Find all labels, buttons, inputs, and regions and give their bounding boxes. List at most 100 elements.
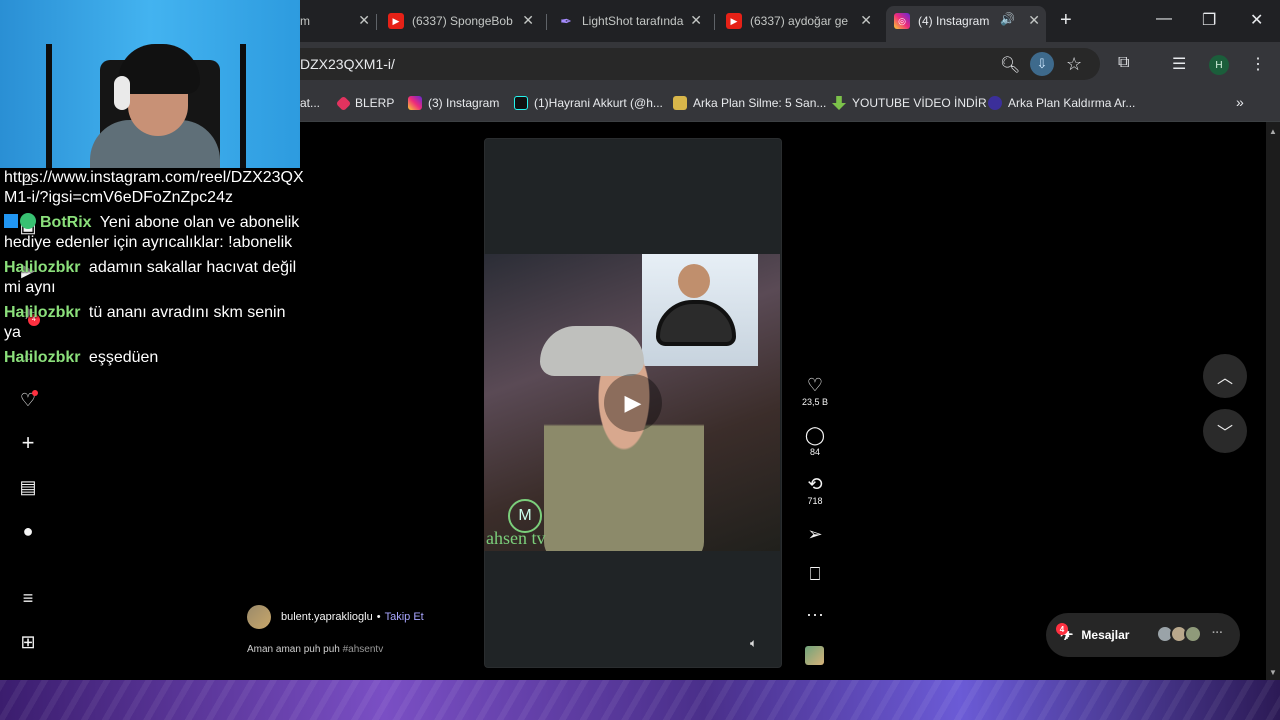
tab-1[interactable]: ▶ (6337) SpongeBob ✕ — [388, 8, 534, 34]
scroll-down-icon[interactable]: ▼ — [1269, 668, 1277, 677]
billboard-face — [678, 264, 710, 298]
chat-message: BotRix Yeni abone olan ve abonelik hediy… — [4, 213, 304, 253]
close-icon[interactable]: ✕ — [358, 12, 370, 29]
separator-dot: • — [376, 611, 381, 623]
minimize-icon[interactable]: — — [1156, 10, 1172, 28]
tab-4-active[interactable]: ◎ (4) Instagram 🔊 ✕ — [894, 8, 1040, 34]
address-url[interactable]: DZX23QXM1-i/ — [300, 56, 395, 72]
bookmark-item[interactable]: Arka Plan Kaldırma Ar... — [988, 96, 1135, 110]
play-icon[interactable]: ▶ — [604, 374, 662, 432]
like-count: 23,5 B — [801, 397, 829, 407]
comment-bubble-icon: ◯ — [804, 425, 826, 445]
avatar — [1184, 625, 1202, 643]
more-options-button[interactable]: ··· — [796, 604, 834, 624]
previous-reel-button[interactable]: ︿ — [1203, 354, 1247, 398]
restore-icon[interactable]: ❐ — [1202, 10, 1216, 30]
author-username[interactable]: bulent.yapraklioglu — [281, 611, 373, 623]
repost-icon: ⟲ — [807, 474, 823, 494]
tab-title: LightShot tarafında — [582, 14, 684, 28]
like-button[interactable]: ♡ 23,5 B — [796, 375, 834, 407]
page-scrollbar[interactable]: ▲ ▼ — [1266, 122, 1280, 680]
scroll-up-icon[interactable]: ▲ — [1269, 127, 1277, 136]
bot-badge-icon — [4, 214, 18, 228]
download-arrow-icon — [832, 96, 846, 110]
media-control-icon[interactable]: ☰ — [1172, 54, 1186, 74]
tab-separator — [546, 14, 547, 30]
tab-separator — [376, 14, 377, 30]
new-tab-plus-icon[interactable]: + — [1060, 9, 1072, 32]
volume-icon[interactable]: 🔈︎ — [750, 636, 757, 651]
tab-title: (4) Instagram — [918, 14, 990, 28]
chair-frame — [240, 44, 246, 168]
speaker-icon[interactable]: 🔊 — [1000, 12, 1015, 26]
window-close-icon[interactable]: ✕ — [1250, 10, 1263, 30]
profile-avatar[interactable]: H — [1209, 55, 1229, 75]
profile-avatar-icon[interactable]: ● — [17, 520, 39, 542]
audio-thumbnail[interactable] — [805, 646, 824, 665]
close-icon[interactable]: ✕ — [522, 12, 534, 29]
messages-button[interactable]: ✈ 4 Mesajlar ··· — [1046, 613, 1240, 657]
chat-text: eşşedüen — [88, 349, 159, 366]
browser-menu-icon[interactable]: ⋮ — [1250, 54, 1266, 74]
close-icon[interactable]: ✕ — [690, 12, 702, 29]
save-button[interactable]: ⎕ — [796, 564, 834, 584]
install-app-icon[interactable]: ⇩ — [1030, 52, 1054, 76]
bookmark-item[interactable]: (3) Instagram — [408, 96, 499, 110]
bookmark-label: (3) Instagram — [428, 96, 500, 110]
messages-badge: 4 — [1056, 623, 1068, 635]
share-button[interactable]: ➢ — [796, 524, 834, 544]
extensions-puzzle-icon[interactable]: ⧉ — [1118, 54, 1129, 72]
repost-count: 718 — [807, 496, 823, 506]
messages-label: Mesajlar — [1081, 628, 1130, 642]
caption-hashtag[interactable]: #ahsentv — [343, 644, 384, 655]
bookmark-item[interactable]: Arka Plan Silme: 5 San... — [673, 96, 826, 110]
insights-chart-icon[interactable]: ▤ — [17, 476, 39, 498]
zoom-search-icon[interactable]: 🔍︎ — [1000, 55, 1020, 75]
tab-2[interactable]: ✒ LightShot tarafında ✕ — [558, 8, 702, 34]
message-avatars — [1156, 625, 1202, 643]
more-menu-icon[interactable]: ≡ — [17, 587, 39, 609]
youtube-icon: ▶ — [388, 13, 404, 29]
chevron-up-icon: ︿ — [1216, 370, 1233, 387]
bookmark-item[interactable]: YOUTUBE VİDEO İNDİR — [832, 96, 987, 110]
author-avatar[interactable] — [247, 605, 271, 629]
bookmark-star-icon[interactable]: ☆ — [1066, 54, 1082, 75]
chat-text: https://www.instagram.com/reel/DZX23QXM1… — [4, 169, 304, 206]
tiktok-icon — [514, 96, 528, 110]
caption-text: Aman aman puh puh — [247, 644, 340, 655]
bookmark-item[interactable]: (1)Hayrani Akkurt (@h... — [514, 96, 663, 110]
repost-button[interactable]: ⟲ 718 — [796, 474, 834, 506]
screen: m ✕ ▶ (6337) SpongeBob ✕ ✒ LightShot tar… — [0, 0, 1280, 720]
tab-separator — [714, 14, 715, 30]
tab-0[interactable]: m ✕ — [300, 8, 370, 34]
tab-3[interactable]: ▶ (6337) aydoğar ge ✕ — [726, 8, 872, 34]
bookmark-label: Arka Plan Kaldırma Ar... — [1008, 96, 1136, 110]
streamer-hair — [118, 44, 200, 94]
remover-icon — [988, 96, 1002, 110]
chat-message: https://www.instagram.com/reel/DZX23QXM1… — [4, 168, 304, 208]
also-from-meta-icon[interactable]: ⊞ — [17, 631, 39, 653]
video-person-hair — [540, 326, 644, 376]
next-reel-button[interactable]: ﹀ — [1203, 409, 1247, 453]
heart-icon: ♡ — [806, 375, 824, 395]
blerp-icon — [335, 95, 352, 111]
chat-message: Halilozbkr eşşedüen — [4, 348, 304, 368]
bookmark-label: YOUTUBE VİDEO İNDİR — [852, 96, 987, 110]
create-plus-icon[interactable]: + — [17, 432, 39, 454]
reel-video[interactable]: ▶ M ahsen tv — [484, 254, 780, 551]
tab-title: (6337) aydoğar ge — [750, 14, 849, 28]
chat-username: BotRix — [40, 214, 92, 231]
instagram-icon: ◎ — [894, 13, 910, 29]
bookmark-label: Arka Plan Silme: 5 San... — [693, 96, 827, 110]
bookmark-label: (1)Hayrani Akkurt (@h... — [534, 96, 663, 110]
comment-button[interactable]: ◯ 84 — [796, 425, 834, 457]
chat-username: Halilozbkr — [4, 349, 81, 366]
bookmark-item[interactable]: at... — [300, 96, 320, 110]
bookmarks-overflow-chevron-icon[interactable]: » — [1236, 94, 1244, 110]
bookmark-label: at... — [300, 96, 321, 110]
close-icon[interactable]: ✕ — [1028, 12, 1040, 29]
bookmark-item[interactable]: BLERP — [335, 95, 394, 111]
close-icon[interactable]: ✕ — [860, 12, 872, 29]
reel-author: bulent.yapraklioglu • Takip Et — [247, 605, 424, 629]
follow-button[interactable]: Takip Et — [385, 611, 424, 623]
